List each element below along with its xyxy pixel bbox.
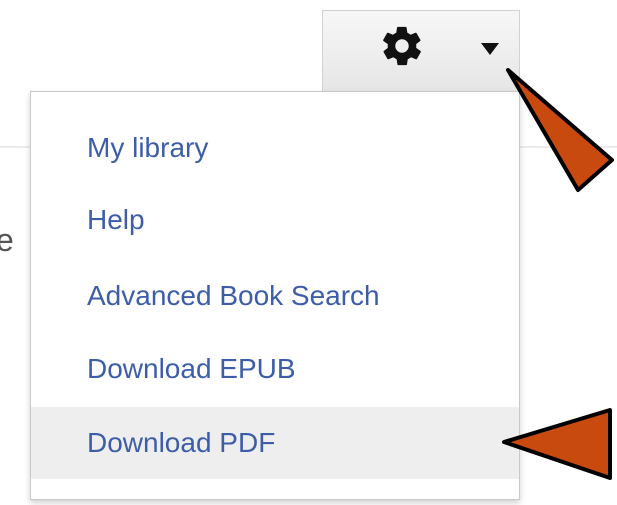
arrow-pointer-settings (506, 68, 614, 192)
settings-button[interactable] (322, 10, 520, 92)
menu-item-help[interactable]: Help (31, 184, 519, 256)
menu-item-my-library[interactable]: My library (31, 112, 519, 184)
caret-down-icon (481, 43, 499, 55)
menu-item-download-pdf[interactable]: Download PDF (31, 407, 519, 479)
gear-icon (383, 26, 421, 66)
page-text-fragment: e (0, 222, 14, 258)
menu-item-advanced-book-search[interactable]: Advanced Book Search (31, 260, 519, 332)
settings-dropdown-menu: My library Help Advanced Book Search Dow… (30, 91, 520, 500)
screenshot-stage: e My library Help Advanced Book Search D… (0, 0, 617, 505)
menu-item-download-epub[interactable]: Download EPUB (31, 333, 519, 405)
